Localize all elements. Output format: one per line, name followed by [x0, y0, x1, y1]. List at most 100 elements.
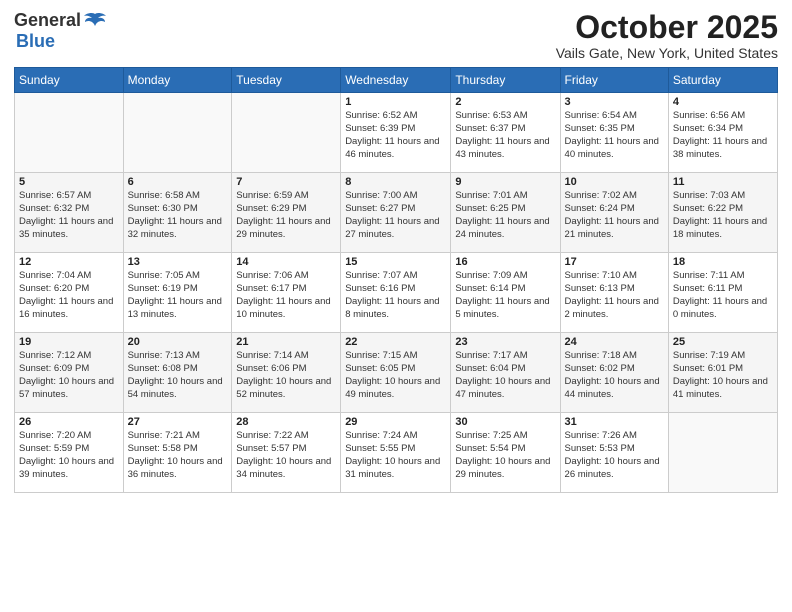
logo-general: General	[14, 10, 81, 31]
day-content: Sunrise: 7:06 AMSunset: 6:17 PMDaylight:…	[236, 270, 336, 321]
col-monday: Monday	[123, 68, 232, 93]
table-row: 3Sunrise: 6:54 AMSunset: 6:35 PMDaylight…	[560, 93, 668, 173]
day-number: 27	[128, 416, 228, 428]
day-content: Sunrise: 7:01 AMSunset: 6:25 PMDaylight:…	[455, 190, 555, 241]
col-tuesday: Tuesday	[232, 68, 341, 93]
table-row: 13 Sunrise: 7:05 AMSunset: 6:19 PMDayligh…	[123, 253, 232, 333]
day-number: 17	[565, 256, 664, 268]
table-row: 29 Sunrise: 7:24 AMSunset: 5:55 PMDayligh…	[341, 413, 451, 493]
table-row: 19 Sunrise: 7:12 AMSunset: 6:09 PMDayligh…	[15, 333, 124, 413]
day-content: Sunrise: 7:19 AMSunset: 6:01 PMDaylight:…	[673, 350, 773, 401]
day-number: 15	[345, 256, 446, 268]
day-content: Sunrise: 6:59 AMSunset: 6:29 PMDaylight:…	[236, 190, 336, 241]
day-content: Sunrise: 7:14 AMSunset: 6:06 PMDaylight:…	[236, 350, 336, 401]
day-number: 7	[236, 176, 336, 188]
day-content: Sunrise: 7:24 AMSunset: 5:55 PMDaylight:…	[345, 430, 446, 481]
calendar-week-row: 12 Sunrise: 7:04 AMSunset: 6:20 PMDayligh…	[15, 253, 778, 333]
day-content: Sunrise: 7:10 AMSunset: 6:13 PMDaylight:…	[565, 270, 664, 321]
day-content: Sunrise: 7:15 AMSunset: 6:05 PMDaylight:…	[345, 350, 446, 401]
table-row: 14 Sunrise: 7:06 AMSunset: 6:17 PMDayligh…	[232, 253, 341, 333]
day-number: 19	[19, 336, 119, 348]
day-content: Sunrise: 7:07 AMSunset: 6:16 PMDaylight:…	[345, 270, 446, 321]
day-number: 22	[345, 336, 446, 348]
calendar: Sunday Monday Tuesday Wednesday Thursday…	[14, 67, 778, 493]
day-content: Sunrise: 6:57 AMSunset: 6:32 PMDaylight:…	[19, 190, 119, 241]
table-row: 24Sunrise: 7:18 AMSunset: 6:02 PMDayligh…	[560, 333, 668, 413]
table-row: 6Sunrise: 6:58 AMSunset: 6:30 PMDaylight…	[123, 173, 232, 253]
day-number: 18	[673, 256, 773, 268]
table-row: 5 Sunrise: 6:57 AMSunset: 6:32 PMDaylight…	[15, 173, 124, 253]
table-row	[15, 93, 124, 173]
day-content: Sunrise: 7:04 AMSunset: 6:20 PMDaylight:…	[19, 270, 119, 321]
day-content: Sunrise: 6:53 AMSunset: 6:37 PMDaylight:…	[455, 110, 555, 161]
logo-blue: Blue	[16, 31, 55, 52]
col-saturday: Saturday	[668, 68, 777, 93]
day-number: 29	[345, 416, 446, 428]
day-content: Sunrise: 7:26 AMSunset: 5:53 PMDaylight:…	[565, 430, 664, 481]
table-row: 12 Sunrise: 7:04 AMSunset: 6:20 PMDayligh…	[15, 253, 124, 333]
month-title: October 2025	[556, 10, 778, 45]
table-row: 10Sunrise: 7:02 AMSunset: 6:24 PMDayligh…	[560, 173, 668, 253]
day-number: 31	[565, 416, 664, 428]
table-row: 27 Sunrise: 7:21 AMSunset: 5:58 PMDayligh…	[123, 413, 232, 493]
table-row: 26Sunrise: 7:20 AMSunset: 5:59 PMDayligh…	[15, 413, 124, 493]
table-row: 9 Sunrise: 7:01 AMSunset: 6:25 PMDaylight…	[451, 173, 560, 253]
day-content: Sunrise: 6:56 AMSunset: 6:34 PMDaylight:…	[673, 110, 773, 161]
table-row: 17 Sunrise: 7:10 AMSunset: 6:13 PMDayligh…	[560, 253, 668, 333]
day-content: Sunrise: 6:54 AMSunset: 6:35 PMDaylight:…	[565, 110, 664, 161]
day-number: 10	[565, 176, 664, 188]
table-row: 1 Sunrise: 6:52 AMSunset: 6:39 PMDaylight…	[341, 93, 451, 173]
day-content: Sunrise: 7:20 AMSunset: 5:59 PMDaylight:…	[19, 430, 119, 481]
calendar-week-row: 5 Sunrise: 6:57 AMSunset: 6:32 PMDaylight…	[15, 173, 778, 253]
logo-bird-icon	[84, 12, 106, 30]
day-number: 20	[128, 336, 228, 348]
day-content: Sunrise: 7:13 AMSunset: 6:08 PMDaylight:…	[128, 350, 228, 401]
day-content: Sunrise: 6:52 AMSunset: 6:39 PMDaylight:…	[345, 110, 446, 161]
table-row: 25Sunrise: 7:19 AMSunset: 6:01 PMDayligh…	[668, 333, 777, 413]
calendar-header-row: Sunday Monday Tuesday Wednesday Thursday…	[15, 68, 778, 93]
table-row: 23Sunrise: 7:17 AMSunset: 6:04 PMDayligh…	[451, 333, 560, 413]
table-row: 11Sunrise: 7:03 AMSunset: 6:22 PMDayligh…	[668, 173, 777, 253]
table-row: 21 Sunrise: 7:14 AMSunset: 6:06 PMDayligh…	[232, 333, 341, 413]
table-row: 4Sunrise: 6:56 AMSunset: 6:34 PMDaylight…	[668, 93, 777, 173]
day-number: 30	[455, 416, 555, 428]
logo: General Blue	[14, 10, 106, 52]
day-number: 2	[455, 96, 555, 108]
day-content: Sunrise: 7:22 AMSunset: 5:57 PMDaylight:…	[236, 430, 336, 481]
day-content: Sunrise: 7:18 AMSunset: 6:02 PMDaylight:…	[565, 350, 664, 401]
day-content: Sunrise: 7:25 AMSunset: 5:54 PMDaylight:…	[455, 430, 555, 481]
table-row: 15 Sunrise: 7:07 AMSunset: 6:16 PMDayligh…	[341, 253, 451, 333]
day-number: 12	[19, 256, 119, 268]
header: General Blue October 2025 Vails Gate, Ne…	[14, 10, 778, 61]
calendar-week-row: 1 Sunrise: 6:52 AMSunset: 6:39 PMDaylight…	[15, 93, 778, 173]
day-number: 13	[128, 256, 228, 268]
table-row	[232, 93, 341, 173]
day-number: 9	[455, 176, 555, 188]
day-number: 5	[19, 176, 119, 188]
table-row: 20 Sunrise: 7:13 AMSunset: 6:08 PMDayligh…	[123, 333, 232, 413]
day-content: Sunrise: 7:17 AMSunset: 6:04 PMDaylight:…	[455, 350, 555, 401]
day-number: 21	[236, 336, 336, 348]
day-number: 11	[673, 176, 773, 188]
calendar-week-row: 19 Sunrise: 7:12 AMSunset: 6:09 PMDayligh…	[15, 333, 778, 413]
day-number: 28	[236, 416, 336, 428]
col-friday: Friday	[560, 68, 668, 93]
title-block: October 2025 Vails Gate, New York, Unite…	[556, 10, 778, 61]
table-row: 28 Sunrise: 7:22 AMSunset: 5:57 PMDayligh…	[232, 413, 341, 493]
table-row: 22 Sunrise: 7:15 AMSunset: 6:05 PMDayligh…	[341, 333, 451, 413]
day-content: Sunrise: 7:05 AMSunset: 6:19 PMDaylight:…	[128, 270, 228, 321]
day-number: 14	[236, 256, 336, 268]
table-row: 7 Sunrise: 6:59 AMSunset: 6:29 PMDaylight…	[232, 173, 341, 253]
day-number: 1	[345, 96, 446, 108]
page: General Blue October 2025 Vails Gate, Ne…	[0, 0, 792, 612]
col-wednesday: Wednesday	[341, 68, 451, 93]
col-sunday: Sunday	[15, 68, 124, 93]
col-thursday: Thursday	[451, 68, 560, 93]
table-row	[668, 413, 777, 493]
day-content: Sunrise: 7:09 AMSunset: 6:14 PMDaylight:…	[455, 270, 555, 321]
table-row: 18Sunrise: 7:11 AMSunset: 6:11 PMDayligh…	[668, 253, 777, 333]
table-row: 8Sunrise: 7:00 AMSunset: 6:27 PMDaylight…	[341, 173, 451, 253]
day-content: Sunrise: 7:12 AMSunset: 6:09 PMDaylight:…	[19, 350, 119, 401]
location: Vails Gate, New York, United States	[556, 45, 778, 61]
day-content: Sunrise: 7:21 AMSunset: 5:58 PMDaylight:…	[128, 430, 228, 481]
